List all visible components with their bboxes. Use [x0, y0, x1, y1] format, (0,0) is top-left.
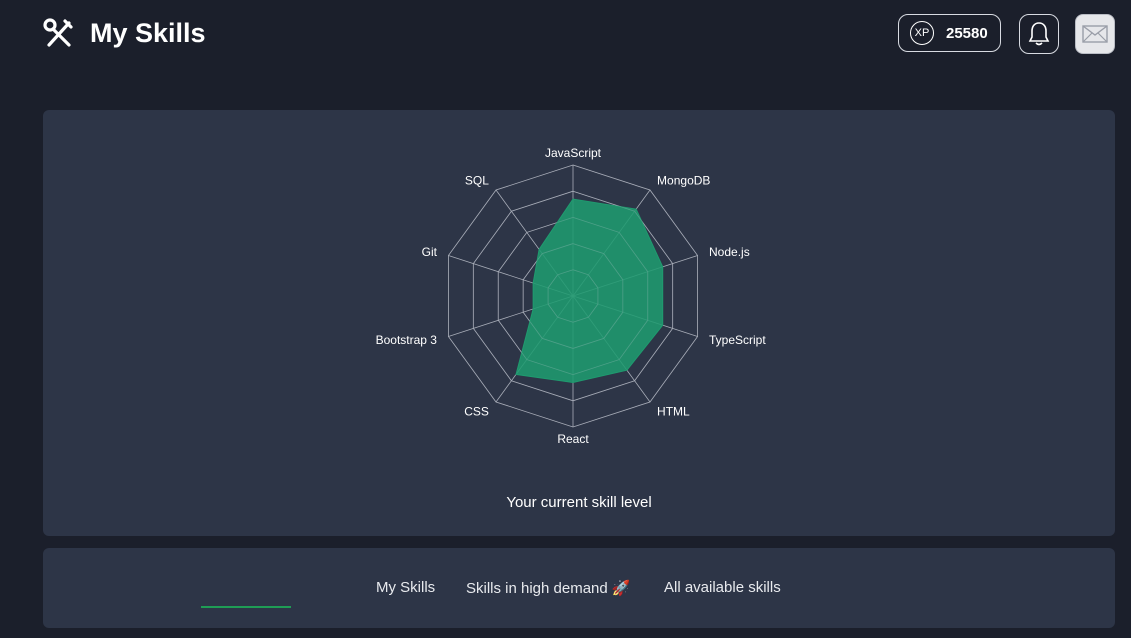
active-tab-indicator	[201, 606, 291, 608]
xp-icon: XP	[910, 21, 934, 45]
tab-skills-in-high-demand[interactable]: Skills in high demand 🚀	[466, 579, 631, 597]
chart-caption: Your current skill level	[506, 494, 652, 511]
skill-level-area	[515, 198, 664, 383]
radar-axis-label: SQL	[465, 173, 489, 187]
radar-axis-label: React	[557, 432, 589, 446]
notifications-button[interactable]	[1019, 14, 1059, 54]
tab-all-available-skills[interactable]: All available skills	[664, 579, 781, 596]
xp-value: 25580	[946, 24, 988, 42]
skills-tabs: My Skills Skills in high demand 🚀 All av…	[43, 548, 1115, 628]
rocket-icon: 🚀	[611, 580, 631, 597]
radar-axis-label: CSS	[464, 405, 489, 419]
tools-icon	[43, 18, 73, 47]
tab-my-skills[interactable]: My Skills	[376, 579, 435, 596]
messages-button[interactable]	[1075, 14, 1115, 54]
skill-radar-chart: JavaScript MongoDB Node.js TypeScript HTML Re…	[376, 146, 767, 446]
skill-chart-card: JavaScript MongoDB Node.js TypeScript HTML Re…	[43, 110, 1115, 536]
page-title: My Skills	[90, 18, 206, 48]
radar-axis-label: Node.js	[709, 245, 750, 259]
mail-icon	[1082, 25, 1108, 43]
radar-axis-label: Git	[422, 245, 438, 259]
radar-axis-label: HTML	[657, 405, 690, 419]
top-bar: My Skills XP 25580	[0, 0, 1131, 70]
tab-label: Skills in high demand	[466, 580, 608, 597]
radar-axis-label: MongoDB	[657, 173, 710, 187]
xp-badge[interactable]: XP 25580	[898, 14, 1001, 52]
bell-icon	[1028, 22, 1050, 46]
radar-axis-label: Bootstrap 3	[376, 333, 438, 347]
radar-axis-label: TypeScript	[709, 333, 766, 347]
radar-axis-label: JavaScript	[545, 146, 602, 160]
